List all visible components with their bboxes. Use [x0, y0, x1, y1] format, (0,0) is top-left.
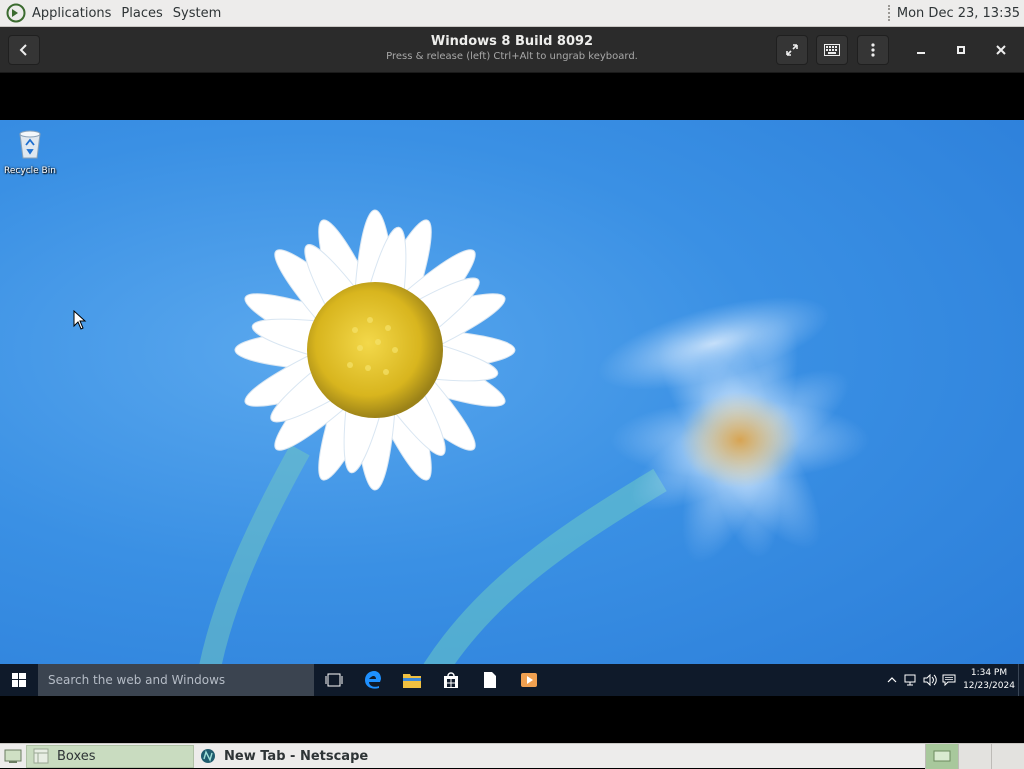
netscape-icon	[201, 749, 215, 763]
applications-menu[interactable]: Applications	[27, 0, 116, 26]
show-hidden-icons-button[interactable]	[882, 664, 901, 696]
show-desktop-icon	[4, 749, 22, 763]
show-desktop-applet[interactable]	[0, 744, 26, 769]
workspace-window-icon	[933, 750, 951, 762]
keyboard-icon	[824, 44, 840, 56]
recycle-bin-label: Recycle Bin	[4, 166, 56, 176]
close-button[interactable]	[986, 35, 1016, 65]
back-icon	[19, 44, 27, 56]
media-button[interactable]	[509, 664, 548, 696]
taskbar-entry-boxes[interactable]: Boxes	[26, 744, 194, 768]
taskbar-clock[interactable]: 1:34 PM 12/23/2024	[960, 667, 1018, 693]
system-menu[interactable]: System	[168, 0, 226, 26]
menu-button[interactable]	[857, 35, 889, 65]
workspace-switcher	[925, 743, 1024, 769]
keyboard-button[interactable]	[816, 35, 848, 65]
panel-clock[interactable]: Mon Dec 23, 13:35	[897, 6, 1024, 21]
close-icon	[996, 45, 1006, 55]
system-tray: 1:34 PM 12/23/2024	[882, 664, 1024, 696]
taskbar-entry-label: Boxes	[57, 748, 96, 764]
chevron-up-icon	[887, 677, 896, 683]
taskbar-search-box[interactable]: Search the web and Windows	[38, 664, 314, 696]
top-panel: Applications Places System Mon Dec 23, 1…	[0, 0, 1024, 27]
document-button[interactable]	[470, 664, 509, 696]
boxes-headerbar: Windows 8 Build 8092 Press & release (le…	[0, 27, 1024, 73]
minimize-button[interactable]	[906, 35, 936, 65]
windows-logo-icon	[12, 673, 26, 687]
workspace-3[interactable]	[991, 743, 1024, 769]
file-explorer-button[interactable]	[392, 664, 431, 696]
window-subtitle: Press & release (left) Ctrl+Alt to ungra…	[386, 51, 638, 62]
network-icon	[904, 674, 915, 686]
panel-handle	[887, 5, 891, 21]
vm-display[interactable]: Recycle Bin Search the web and Windows 1…	[0, 73, 1024, 743]
store-icon	[443, 672, 458, 688]
taskbar-entry-label: New Tab - Netscape	[224, 748, 369, 764]
windows-taskbar: Search the web and Windows 1:34 PM 12/23…	[0, 664, 1024, 696]
workspace-1[interactable]	[925, 743, 958, 769]
boxes-app-icon	[33, 748, 49, 764]
document-icon	[483, 672, 496, 688]
minimize-icon	[917, 52, 925, 54]
action-center-icon	[942, 674, 955, 686]
show-desktop-button[interactable]	[1018, 664, 1024, 696]
start-button[interactable]	[0, 664, 38, 696]
maximize-icon	[957, 46, 965, 54]
kebab-menu-icon	[871, 43, 875, 57]
edge-icon	[364, 671, 381, 689]
guest-desktop[interactable]: Recycle Bin Search the web and Windows 1…	[0, 120, 1024, 696]
window-title: Windows 8 Build 8092	[430, 34, 594, 49]
taskbar-time: 1:34 PM	[970, 668, 1008, 678]
back-button[interactable]	[8, 35, 40, 65]
network-tray-button[interactable]	[901, 664, 920, 696]
volume-tray-button[interactable]	[920, 664, 939, 696]
places-menu[interactable]: Places	[116, 0, 167, 26]
maximize-button[interactable]	[946, 35, 976, 65]
file-explorer-icon	[402, 674, 421, 688]
bottom-panel: Boxes New Tab - Netscape	[0, 743, 1024, 769]
taskbar-date: 12/23/2024	[963, 681, 1015, 691]
fullscreen-icon	[786, 44, 798, 56]
mouse-pointer-icon	[73, 310, 87, 330]
window-title-block: Windows 8 Build 8092 Press & release (le…	[312, 34, 712, 62]
daisy-wallpaper	[194, 209, 870, 696]
task-view-button[interactable]	[314, 664, 353, 696]
workspace-2[interactable]	[958, 743, 991, 769]
distro-logo-icon[interactable]	[6, 3, 26, 23]
fullscreen-button[interactable]	[776, 35, 808, 65]
recycle-bin-shortcut[interactable]: Recycle Bin	[2, 126, 58, 176]
media-icon	[520, 673, 537, 687]
recycle-bin-icon	[19, 130, 41, 159]
task-view-icon	[325, 673, 342, 687]
taskbar-entry-netscape[interactable]: New Tab - Netscape	[194, 745, 374, 768]
action-center-button[interactable]	[939, 664, 958, 696]
edge-button[interactable]	[353, 664, 392, 696]
volume-icon	[923, 674, 937, 686]
store-button[interactable]	[431, 664, 470, 696]
